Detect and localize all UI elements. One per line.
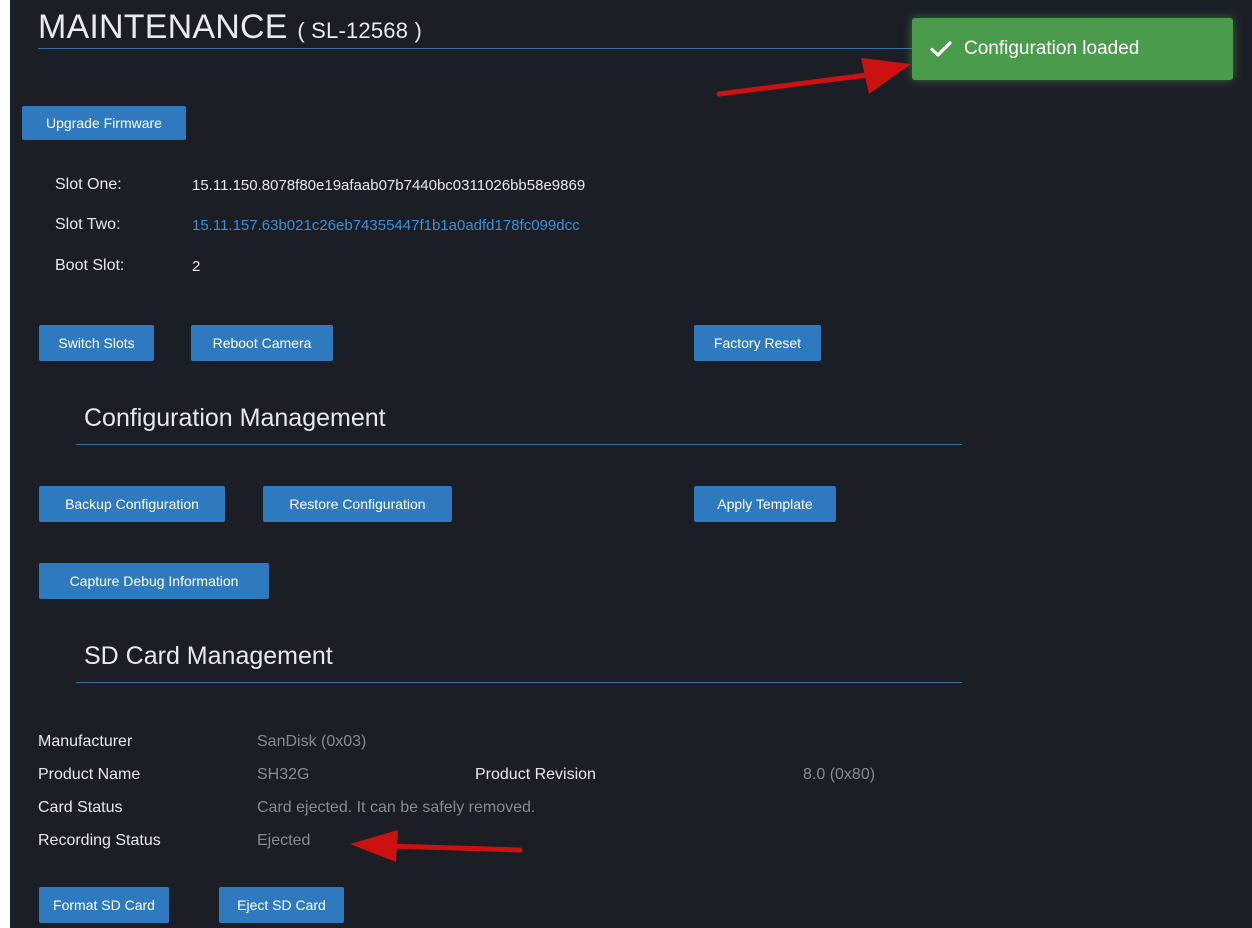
recording-status-label: Recording Status [38,832,161,849]
slot-two-value[interactable]: 15.11.157.63b021c26eb74355447f1b1a0adfd1… [192,217,580,234]
check-icon [930,41,952,57]
product-name-label: Product Name [38,766,141,783]
manufacturer-label: Manufacturer [38,733,133,750]
card-status-label: Card Status [38,799,123,816]
sd-divider [76,682,962,683]
capture-debug-button[interactable]: Capture Debug Information [39,563,269,599]
boot-slot-label: Boot Slot: [55,257,125,274]
device-serial: ( SL-12568 ) [297,18,423,43]
eject-sd-card-button[interactable]: Eject SD Card [219,887,344,923]
manufacturer-value: SanDisk (0x03) [257,733,367,750]
recording-status-value: Ejected [257,832,311,849]
product-revision-label: Product Revision [475,766,596,783]
page-title: MAINTENANCE ( SL-12568 ) [38,8,422,47]
maintenance-panel [10,0,1252,928]
slot-two-label: Slot Two: [55,216,121,233]
reboot-camera-button[interactable]: Reboot Camera [191,325,333,361]
format-sd-card-button[interactable]: Format SD Card [39,887,169,923]
slot-one-value: 15.11.150.8078f80e19afaab07b7440bc031102… [192,177,586,194]
product-revision-value: 8.0 (0x80) [803,766,876,783]
apply-template-button[interactable]: Apply Template [694,486,836,522]
backup-configuration-button[interactable]: Backup Configuration [39,486,225,522]
annotation-arrow-icon [716,58,911,97]
header-divider [38,48,918,49]
annotation-arrow-icon [350,830,523,862]
switch-slots-button[interactable]: Switch Slots [39,325,154,361]
restore-configuration-button[interactable]: Restore Configuration [263,486,452,522]
product-name-value: SH32G [257,766,310,783]
config-divider [76,444,962,445]
factory-reset-button[interactable]: Factory Reset [694,325,821,361]
upgrade-firmware-button[interactable]: Upgrade Firmware [22,106,186,140]
page-title-text: MAINTENANCE [38,8,288,46]
sd-section-title: SD Card Management [84,642,333,670]
card-status-value: Card ejected. It can be safely removed. [257,799,536,816]
config-section-title: Configuration Management [84,404,386,432]
toast-message: Configuration loaded [964,38,1140,59]
boot-slot-value: 2 [192,258,201,275]
success-toast[interactable]: Configuration loaded [912,18,1233,80]
slot-one-label: Slot One: [55,176,122,193]
